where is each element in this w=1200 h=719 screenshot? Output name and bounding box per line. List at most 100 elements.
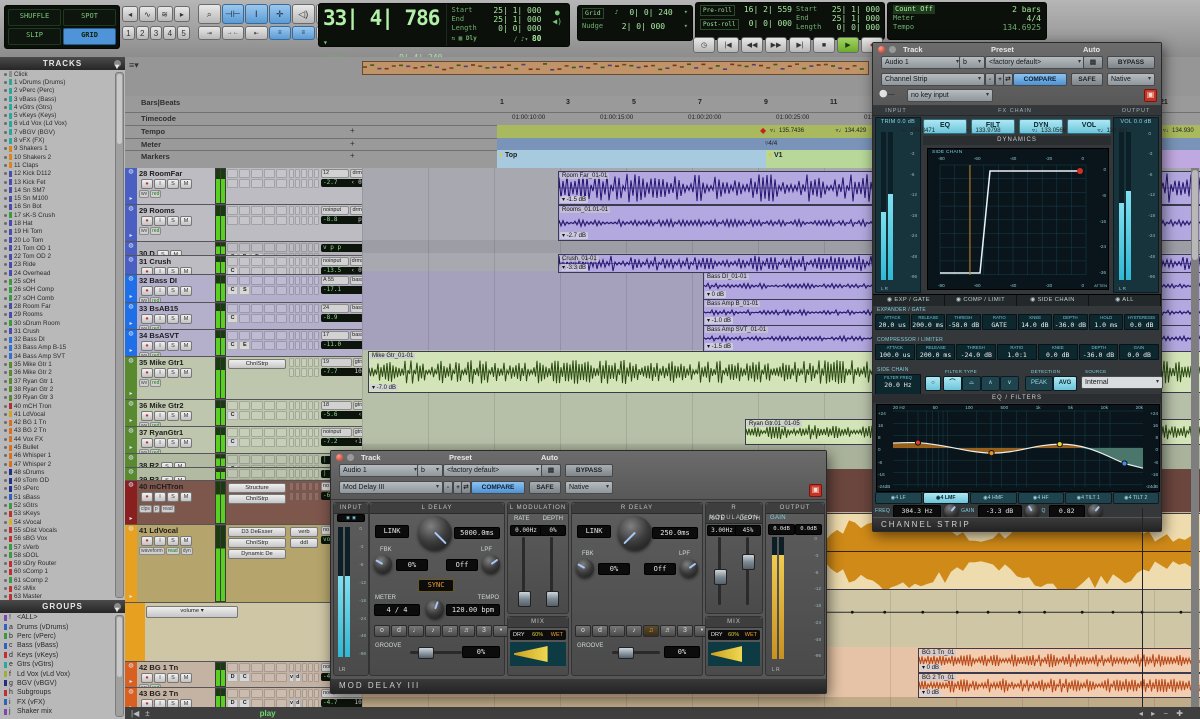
record-enable-button[interactable]: ● xyxy=(141,216,153,226)
sidebar-track-item[interactable]: 5 vKeys (Keys) xyxy=(0,111,125,119)
send-slot[interactable] xyxy=(314,276,319,285)
view-selector[interactable]: wv xyxy=(139,325,149,329)
sidebar-track-item[interactable]: 7 vBGV (BGV) xyxy=(0,128,125,136)
sidebar-track-item[interactable]: 54 sVocal xyxy=(0,518,125,526)
track-show-dot[interactable] xyxy=(4,239,7,242)
volume-pan-row[interactable]: -8.8p p xyxy=(321,216,362,224)
band-hmf[interactable]: ◉4 HMF xyxy=(970,492,1017,504)
input-monitor-button[interactable]: I xyxy=(154,286,166,296)
gate-attack[interactable]: ATTACK20.0 us xyxy=(875,314,910,330)
mirror-midi-icon[interactable]: ≡ xyxy=(292,26,315,40)
send-slot[interactable] xyxy=(308,206,313,215)
sidebar-group-item[interactable]: fLd Vox (vLd Vox) xyxy=(0,669,125,678)
track-show-dot[interactable] xyxy=(4,230,7,233)
gain-knob[interactable] xyxy=(1025,504,1039,518)
groove-thumb[interactable] xyxy=(418,647,434,659)
track-show-dot[interactable] xyxy=(4,471,7,474)
send-slot[interactable] xyxy=(308,257,313,266)
solo-button[interactable]: S xyxy=(161,476,173,480)
mute-button[interactable]: M xyxy=(174,476,186,480)
tab-complimit[interactable]: ◉ COMP / LIMIT xyxy=(945,295,1017,306)
zoom-preset-1[interactable]: 1 xyxy=(122,26,135,40)
insert-structure[interactable]: Structure xyxy=(228,483,286,493)
track-name[interactable]: 29 Rooms xyxy=(139,206,215,215)
comp-knee[interactable]: KNEE0.0 dB xyxy=(1038,344,1078,360)
solo-button[interactable]: S xyxy=(167,536,179,546)
track-arrow-icon[interactable]: ▸ xyxy=(129,390,132,397)
insert-slot[interactable] xyxy=(264,411,275,420)
peak-button[interactable]: PEAK xyxy=(1025,376,1053,391)
record-enable-button[interactable]: ● xyxy=(141,179,153,189)
insert-slot[interactable] xyxy=(251,276,262,285)
insert-slot[interactable] xyxy=(276,699,287,707)
band-lf[interactable]: ◉4 LF xyxy=(875,492,922,504)
send-slot[interactable] xyxy=(295,286,300,295)
note-duration-button[interactable]: o xyxy=(374,625,390,637)
track-show-dot[interactable] xyxy=(4,313,7,316)
track-freeze-icon[interactable]: ◍ xyxy=(128,662,133,669)
track-show-dot[interactable] xyxy=(4,288,7,291)
clip-gain-badge[interactable]: ▾ -3.3 dB xyxy=(560,264,588,271)
send-slot[interactable] xyxy=(308,482,313,491)
insert-slot[interactable] xyxy=(264,699,275,707)
volume-value[interactable]: -4.7 xyxy=(323,699,337,707)
track-arrow-icon[interactable]: ▸ xyxy=(129,593,132,600)
input-path-selector[interactable]: noinput xyxy=(321,206,349,215)
send-slot[interactable] xyxy=(289,368,294,377)
md-plugin-selector[interactable]: Mod Delay III xyxy=(339,481,443,494)
sidebar-track-item[interactable]: 6 vLd Vox (Ld Vox) xyxy=(0,120,125,128)
edit-menu-icon[interactable]: ≡▾ xyxy=(129,60,139,71)
note-duration-button[interactable]: ♫ xyxy=(442,625,458,637)
send-slot[interactable] xyxy=(295,216,300,225)
record-monitor-icons[interactable]: ●◀) xyxy=(546,4,570,46)
sidebar-track-item[interactable]: 60 sComp 1 xyxy=(0,568,125,576)
insert-slot[interactable] xyxy=(264,689,275,698)
send-slot[interactable] xyxy=(295,428,300,437)
sc-source-selector[interactable]: Internal xyxy=(1081,376,1163,389)
track-name[interactable]: 36 Mike Gtr2 xyxy=(139,401,215,410)
param-value[interactable]: 20.0 us xyxy=(876,321,909,329)
send-slot[interactable] xyxy=(314,179,319,188)
send-slot[interactable] xyxy=(314,673,319,682)
online-clock-button[interactable]: ◷ xyxy=(693,37,715,53)
note-duration-button[interactable]: ♬ xyxy=(660,625,676,637)
track-name[interactable]: 32 Bass DI xyxy=(139,276,215,285)
sidebar-track-item[interactable]: 52 sGtrs xyxy=(0,501,125,509)
md-r-depth-value[interactable]: 45% xyxy=(735,525,761,536)
insert-slot[interactable] xyxy=(276,673,287,682)
track-show-dot[interactable] xyxy=(4,438,7,441)
tempo-event[interactable]: ▿♩134.3471 xyxy=(901,127,935,134)
track-show-dot[interactable] xyxy=(4,579,7,582)
default-velocity[interactable]: 80 xyxy=(532,34,542,43)
sidebar-track-item[interactable]: 53 sKeys xyxy=(0,510,125,518)
tracks-list-header[interactable]: TRACKS▾ xyxy=(0,57,125,70)
insert-slot[interactable] xyxy=(264,331,275,340)
sidebar-track-item[interactable]: 21 Tom OD 1 xyxy=(0,244,125,252)
tab-expgate[interactable]: ◉ EXP / GATE xyxy=(873,295,945,306)
send-slot[interactable] xyxy=(289,257,294,266)
insert-slot[interactable] xyxy=(264,286,275,295)
ruler-add-icon[interactable]: + xyxy=(350,151,355,160)
send-slot[interactable] xyxy=(295,368,300,377)
track-freeze-icon[interactable]: ◍ xyxy=(128,303,133,310)
insert-slot[interactable] xyxy=(239,267,250,275)
track-show-dot[interactable] xyxy=(4,371,7,374)
automation-type-selector[interactable]: volume ▾ xyxy=(146,606,238,618)
insert-slot[interactable]: D xyxy=(227,699,238,707)
slider-thumb[interactable] xyxy=(546,591,559,607)
insert-slot[interactable] xyxy=(251,206,262,215)
insert-slot[interactable] xyxy=(251,304,262,313)
groups-scroll-thumb[interactable] xyxy=(117,617,122,677)
md-r-rate-value[interactable]: 3.00Hz xyxy=(707,525,737,536)
insert-chnlstrp[interactable]: ChnlStrp xyxy=(228,359,286,369)
record-enable-button[interactable]: ● xyxy=(141,286,153,296)
track-show-dot[interactable] xyxy=(4,255,7,258)
track-name[interactable]: 41 LdVocal xyxy=(139,526,215,535)
send-slot[interactable] xyxy=(301,341,306,350)
send-slot[interactable] xyxy=(308,469,313,478)
send-slot[interactable] xyxy=(295,469,300,478)
solo-button[interactable]: S xyxy=(167,286,179,296)
marker-tag[interactable]: ▼Top xyxy=(498,152,517,159)
output-path-selector[interactable]: bass xyxy=(350,276,362,285)
automation-mode-selector[interactable]: red xyxy=(150,684,161,687)
